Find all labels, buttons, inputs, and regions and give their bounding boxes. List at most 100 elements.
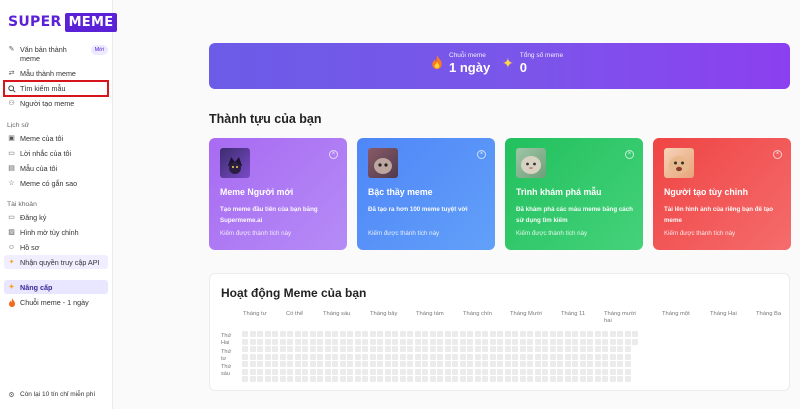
achievement-card-custom-creator[interactable]: × Người tạo tùy chỉnh Tải lên hình ảnh c… bbox=[653, 138, 791, 250]
sidebar-item-subscription[interactable]: ▭ Đăng ký bbox=[4, 213, 108, 222]
sidebar-item-my-templates[interactable]: ▤ Mẫu của tôi bbox=[4, 164, 108, 173]
heatmap-cell bbox=[459, 353, 466, 360]
sidebar-item-streak[interactable]: Chuỗi meme - 1 ngày bbox=[4, 298, 108, 307]
heatmap-cell bbox=[564, 338, 571, 345]
heatmap-cell bbox=[272, 338, 278, 345]
streak-label: Chuỗi meme bbox=[449, 52, 486, 59]
heatmap-cell bbox=[257, 331, 263, 337]
heatmap-cell bbox=[549, 331, 556, 337]
heatmap-cell bbox=[324, 376, 331, 382]
heatmap-cell bbox=[452, 368, 458, 375]
heatmap-cell bbox=[414, 331, 421, 337]
month-label: Tháng một bbox=[662, 311, 690, 317]
heatmap-cell bbox=[572, 346, 578, 352]
heatmap-cell bbox=[617, 338, 623, 345]
heatmap-cell bbox=[399, 361, 406, 367]
heatmap-cell bbox=[527, 338, 533, 345]
heatmap-cell bbox=[512, 338, 518, 345]
heatmap-cell bbox=[354, 361, 361, 367]
heatmap-cell bbox=[549, 361, 556, 367]
heatmap-cell bbox=[287, 346, 293, 352]
heatmap-cell bbox=[474, 353, 481, 360]
heatmap-cell bbox=[504, 368, 511, 375]
achievement-card-explorer[interactable]: × Trình khám phá mẫu Đã khám phá các mẫu… bbox=[505, 138, 643, 250]
heatmap-cell bbox=[347, 353, 353, 360]
heatmap-cell bbox=[519, 346, 526, 352]
sidebar-item-profile[interactable]: ☺ Hồ sơ bbox=[4, 243, 108, 252]
heatmap-cell bbox=[504, 331, 511, 337]
heatmap-cell bbox=[444, 361, 451, 367]
heatmap-cell bbox=[414, 338, 421, 345]
logo-text-meme: MEME bbox=[64, 12, 118, 32]
heatmap-cell bbox=[444, 376, 451, 382]
heatmap-cell bbox=[302, 338, 308, 345]
sidebar-item-starred-memes[interactable]: ☆ Meme có gắn sao bbox=[4, 179, 108, 188]
heatmap-cell bbox=[609, 368, 616, 375]
heatmap-cell bbox=[407, 346, 413, 352]
sidebar-item-text-to-meme[interactable]: ✎ Văn bản thành meme Mới bbox=[4, 45, 108, 63]
sidebar-item-custom-watermark[interactable]: ▨ Hình mờ tùy chỉnh bbox=[4, 228, 108, 237]
heatmap-cell bbox=[557, 376, 563, 382]
streak-value: 1 ngày bbox=[449, 60, 491, 75]
heatmap-cell bbox=[437, 361, 443, 367]
achievement-card-master[interactable]: × Bậc thầy meme Đã tạo ra hơn 100 meme t… bbox=[357, 138, 495, 250]
heatmap-cell bbox=[624, 361, 631, 367]
heatmap-cell bbox=[602, 331, 608, 337]
fire-icon bbox=[7, 298, 16, 307]
cat-thumbnail-image bbox=[516, 148, 546, 178]
heatmap-cell bbox=[242, 338, 248, 345]
heatmap-cell bbox=[272, 346, 278, 352]
heatmap-cell bbox=[429, 338, 436, 345]
heatmap-cell bbox=[444, 353, 451, 360]
heatmap-cell bbox=[362, 331, 368, 337]
sidebar-item-api-access[interactable]: ✦ Nhận quyền truy cập API bbox=[4, 255, 108, 269]
heatmap-cell bbox=[474, 361, 481, 367]
sidebar-item-my-prompts[interactable]: ▭ Lời nhắc của tôi bbox=[4, 149, 108, 158]
month-label: Tháng Ba bbox=[756, 311, 782, 317]
highlight-box bbox=[3, 80, 109, 97]
sidebar-item-my-memes[interactable]: ▣ Meme của tôi bbox=[4, 134, 108, 143]
upgrade-button[interactable]: ✦ Nâng cấp bbox=[4, 280, 108, 294]
sidebar-item-template-to-meme[interactable]: ⇄ Mẫu thành meme bbox=[4, 69, 108, 78]
heatmap-cell bbox=[384, 346, 391, 352]
heatmap-cell bbox=[474, 346, 481, 352]
heatmap-cell bbox=[249, 376, 256, 382]
heatmap-cell bbox=[407, 331, 413, 337]
heatmap-cell bbox=[437, 376, 443, 382]
image-swap-icon: ⇄ bbox=[8, 70, 15, 77]
heatmap-cell bbox=[459, 361, 466, 367]
card-description: Tải lên hình ảnh của riêng bạn để tạo me… bbox=[664, 206, 773, 224]
heatmap-cell bbox=[324, 361, 331, 367]
sidebar-item-label: Hồ sơ bbox=[20, 243, 40, 252]
heatmap-cell bbox=[504, 338, 511, 345]
heatmap-cell bbox=[429, 331, 436, 337]
heatmap-cell bbox=[467, 353, 473, 360]
heatmap-cell bbox=[452, 353, 458, 360]
sidebar-item-meme-creator[interactable]: ⚇ Người tạo meme bbox=[4, 99, 108, 108]
achievement-card-newbie[interactable]: × Meme Người mới Tạo meme đầu tiên của b… bbox=[209, 138, 347, 250]
heatmap-cell bbox=[392, 346, 398, 352]
heatmap-cell bbox=[512, 331, 518, 337]
heatmap-cell bbox=[264, 331, 271, 337]
heatmap-cell bbox=[549, 338, 556, 345]
heatmap-cell bbox=[392, 368, 398, 375]
heatmap-cell bbox=[624, 331, 631, 337]
card-description: Đã khám phá các mẫu meme bằng cách sử dụ… bbox=[516, 206, 633, 224]
heatmap-cell bbox=[617, 368, 623, 375]
credits-text: Còn lại 10 tín chỉ miễn phí bbox=[20, 391, 96, 398]
sidebar-item-label: Đăng ký bbox=[20, 213, 47, 222]
heatmap-cell bbox=[497, 368, 503, 375]
heatmap-cell bbox=[332, 361, 338, 367]
heatmap-cell bbox=[339, 368, 346, 375]
heatmap-cell bbox=[339, 346, 346, 352]
heatmap-cell bbox=[347, 331, 353, 337]
heatmap-cell bbox=[279, 353, 286, 360]
heatmap-cell bbox=[317, 331, 323, 337]
day-label: Thứ sáu bbox=[221, 364, 232, 377]
heatmap-cell bbox=[609, 376, 616, 382]
logo[interactable]: SUPER MEME bbox=[8, 11, 118, 33]
heatmap-cell bbox=[309, 346, 316, 352]
heatmap-cell bbox=[497, 346, 503, 352]
heatmap-cell bbox=[542, 368, 548, 375]
heatmap-cell bbox=[459, 346, 466, 352]
